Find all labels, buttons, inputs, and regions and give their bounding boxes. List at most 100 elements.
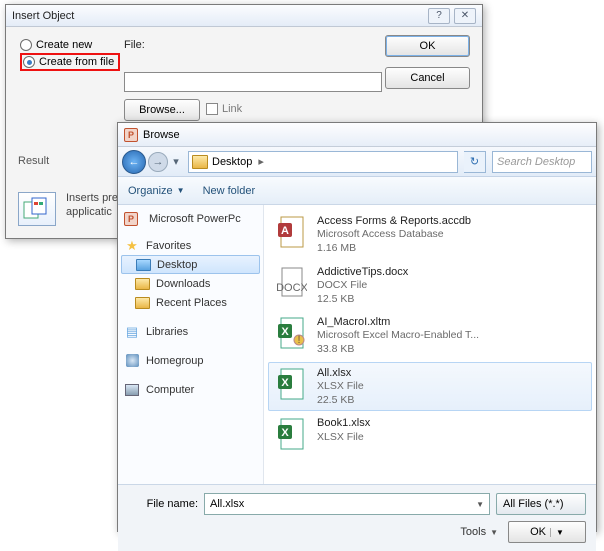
chevron-down-icon: ▼ <box>490 528 498 537</box>
sidebar-label: Desktop <box>157 259 197 271</box>
file-item[interactable]: X Book1.xlsx XLSX File <box>268 412 592 456</box>
breadcrumb-text: Desktop <box>212 156 252 168</box>
forward-button[interactable]: → <box>148 152 168 172</box>
content-area: P Microsoft PowerPc ★ Favorites Desktop … <box>118 205 596 485</box>
insert-title: Insert Object <box>12 10 424 22</box>
file-size: 12.5 KB <box>317 293 408 307</box>
filename-combobox[interactable]: All.xlsx ▼ <box>204 493 490 515</box>
refresh-button[interactable]: ↻ <box>464 151 486 173</box>
file-label: File: <box>124 39 145 51</box>
desktop-icon <box>136 259 151 271</box>
sidebar-item-recent[interactable]: Recent Places <box>118 293 263 312</box>
file-list: A Access Forms & Reports.accdb Microsoft… <box>264 205 596 484</box>
file-size: 22.5 KB <box>317 394 364 408</box>
nav-strip: ← → ▾ Desktop ▸ ↻ Search Desktop <box>118 147 596 177</box>
sidebar-item-desktop[interactable]: Desktop <box>121 255 260 274</box>
file-filter-dropdown[interactable]: All Files (*.*) <box>496 493 586 515</box>
toolbar: Organize ▼ New folder <box>118 177 596 205</box>
breadcrumb[interactable]: Desktop ▸ <box>188 151 458 173</box>
sidebar-item-powerpoint[interactable]: P Microsoft PowerPc <box>118 209 263 228</box>
link-label: Link <box>222 103 242 115</box>
svg-text:!: ! <box>297 334 300 346</box>
sidebar-label: Microsoft PowerPc <box>149 213 241 225</box>
file-name: AddictiveTips.docx <box>317 265 408 279</box>
ok-button[interactable]: OK <box>385 35 470 57</box>
search-input[interactable]: Search Desktop <box>492 151 592 173</box>
file-type: XLSX File <box>317 431 370 445</box>
result-heading: Result <box>18 155 49 167</box>
chevron-down-icon: ▼ <box>476 500 484 509</box>
create-from-file-label: Create from file <box>39 56 114 68</box>
powerpoint-icon: P <box>124 128 138 142</box>
browse-button[interactable]: Browse... <box>124 99 200 121</box>
powerpoint-icon: P <box>124 212 138 226</box>
sidebar-label: Libraries <box>146 326 188 338</box>
file-type: DOCX File <box>317 279 408 293</box>
folder-icon <box>135 278 150 290</box>
file-item[interactable]: X! AI_MacroI.xltm Microsoft Excel Macro-… <box>268 311 592 361</box>
chevron-right-icon: ▸ <box>258 155 264 168</box>
filename-label: File name: <box>128 498 198 510</box>
insert-titlebar[interactable]: Insert Object ? ✕ <box>6 5 482 27</box>
sidebar-item-downloads[interactable]: Downloads <box>118 274 263 293</box>
nav-history-dropdown[interactable]: ▾ <box>170 152 182 172</box>
close-icon[interactable]: ✕ <box>454 8 476 24</box>
radio-icon <box>20 39 32 51</box>
chevron-down-icon: ▼ <box>177 186 185 195</box>
file-item[interactable]: A Access Forms & Reports.accdb Microsoft… <box>268 210 592 260</box>
sidebar-item-favorites[interactable]: ★ Favorites <box>118 236 263 255</box>
sidebar-item-homegroup[interactable]: Homegroup <box>118 351 263 370</box>
computer-icon <box>125 384 139 396</box>
excel-icon: X <box>275 416 309 452</box>
docx-icon: DOCX <box>275 265 309 301</box>
sidebar: P Microsoft PowerPc ★ Favorites Desktop … <box>118 205 264 484</box>
svg-text:X: X <box>281 377 289 389</box>
star-icon: ★ <box>124 239 140 253</box>
file-name: All.xlsx <box>317 366 364 380</box>
file-path-input[interactable] <box>124 72 382 92</box>
tools-menu[interactable]: Tools ▼ <box>460 526 498 538</box>
checkbox-icon <box>206 103 218 115</box>
open-button[interactable]: OK ▼ <box>508 521 586 543</box>
file-item[interactable]: DOCX AddictiveTips.docx DOCX File 12.5 K… <box>268 261 592 311</box>
organize-label: Organize <box>128 185 173 197</box>
tools-label: Tools <box>460 526 486 538</box>
file-type: Microsoft Excel Macro-Enabled T... <box>317 329 479 343</box>
file-name: Book1.xlsx <box>317 416 370 430</box>
browse-dialog: P Browse ← → ▾ Desktop ▸ ↻ Search Deskto… <box>117 122 597 532</box>
filter-label: All Files (*.*) <box>503 498 564 510</box>
sidebar-item-computer[interactable]: Computer <box>118 380 263 399</box>
file-size: 1.16 MB <box>317 242 471 256</box>
cancel-button[interactable]: Cancel <box>385 67 470 89</box>
back-button[interactable]: ← <box>122 150 146 174</box>
sidebar-label: Downloads <box>156 278 210 290</box>
search-placeholder: Search Desktop <box>497 156 575 168</box>
browse-title: Browse <box>143 129 590 141</box>
bottom-panel: File name: All.xlsx ▼ All Files (*.*) To… <box>118 485 596 551</box>
result-icon <box>18 192 56 226</box>
file-item-selected[interactable]: X All.xlsx XLSX File 22.5 KB <box>268 362 592 412</box>
excel-icon: X <box>275 366 309 402</box>
radio-icon <box>23 56 35 68</box>
ok-label: OK <box>530 526 546 538</box>
highlight-box: Create from file <box>20 53 120 71</box>
file-type: XLSX File <box>317 380 364 394</box>
filename-row: File name: All.xlsx ▼ All Files (*.*) <box>128 493 586 515</box>
browse-titlebar[interactable]: P Browse <box>118 123 596 147</box>
sidebar-label: Computer <box>146 384 194 396</box>
file-type: Microsoft Access Database <box>317 228 471 242</box>
libraries-icon: ▤ <box>124 325 140 339</box>
folder-icon <box>135 297 150 309</box>
access-icon: A <box>275 214 309 250</box>
file-name: Access Forms & Reports.accdb <box>317 214 471 228</box>
file-name: AI_MacroI.xltm <box>317 315 479 329</box>
sidebar-item-libraries[interactable]: ▤ Libraries <box>118 322 263 341</box>
help-icon[interactable]: ? <box>428 8 450 24</box>
chevron-down-icon: ▼ <box>550 528 564 537</box>
new-folder-button[interactable]: New folder <box>203 185 256 197</box>
homegroup-icon <box>126 354 139 367</box>
excel-macro-icon: X! <box>275 315 309 351</box>
organize-menu[interactable]: Organize ▼ <box>128 185 185 197</box>
filename-value: All.xlsx <box>210 498 244 510</box>
link-checkbox[interactable]: Link <box>206 103 242 115</box>
